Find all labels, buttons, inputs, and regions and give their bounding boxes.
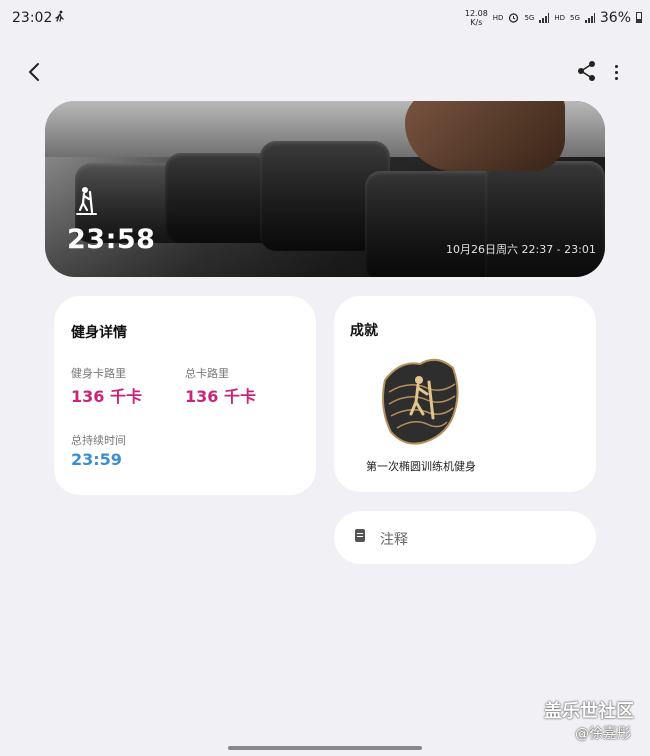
status-bar: 23:02 12.08 K/s HD 5G HD 5G 36% [0, 0, 650, 36]
hd-label-2: HD [554, 13, 565, 22]
signal-icon [539, 12, 550, 23]
achievement-badge[interactable] [375, 350, 465, 450]
watermark-author: @徐嘉彤 [575, 726, 631, 742]
network-speed-unit: K/s [470, 17, 483, 27]
network-type-label-2: 5G [569, 13, 580, 22]
battery-percent: 36% [599, 9, 631, 26]
total-calories-label: 总卡路里 [185, 367, 229, 380]
network-speed: 12.08 K/s [465, 9, 488, 27]
note-card[interactable] [334, 511, 596, 564]
workout-calories-label: 健身卡路里 [71, 367, 126, 380]
network-type-label: 5G [524, 13, 535, 22]
hd-label: HD [492, 13, 504, 22]
status-icons: 12.08 K/s HD 5G HD 5G 36% [465, 8, 642, 27]
running-icon [54, 10, 66, 25]
watermark-community: 盖乐世社区 [544, 701, 634, 722]
elliptical-walker-icon [76, 187, 97, 215]
more-dot-icon [614, 76, 618, 80]
more-dot-icon [614, 70, 618, 74]
more-options-button[interactable] [606, 60, 626, 84]
total-duration-label: 总持续时间 [71, 434, 126, 447]
workout-calories-value: 136 千卡 [71, 387, 142, 406]
network-speed-value: 12.08 [464, 8, 488, 18]
achievements-title: 成就 [350, 323, 378, 339]
workout-datetime: 10月26日周六 22:37 - 23:01 [446, 243, 596, 256]
chevron-left-icon [29, 63, 39, 81]
share-icon [578, 61, 595, 81]
battery-icon [636, 12, 642, 23]
note-label[interactable]: 注释 [380, 529, 408, 549]
signal-icon-2 [584, 12, 595, 23]
badge-caption: 第一次椭圆训练机健身 [366, 460, 476, 473]
workout-details-card: 健身详情 健身卡路里 136 千卡 总卡路里 136 千卡 总持续时间 23:5… [54, 296, 316, 495]
status-time: 23:02 [12, 10, 53, 26]
back-button[interactable] [20, 58, 48, 86]
total-calories-value: 136 千卡 [185, 387, 256, 406]
share-button[interactable] [574, 58, 600, 84]
home-indicator[interactable] [228, 746, 422, 750]
note-icon [355, 529, 365, 542]
alarm-icon [508, 8, 519, 27]
workout-duration: 23:58 [67, 224, 156, 255]
more-dot-icon [614, 64, 618, 68]
total-duration-value: 23:59 [71, 450, 122, 469]
details-title: 健身详情 [71, 325, 127, 341]
